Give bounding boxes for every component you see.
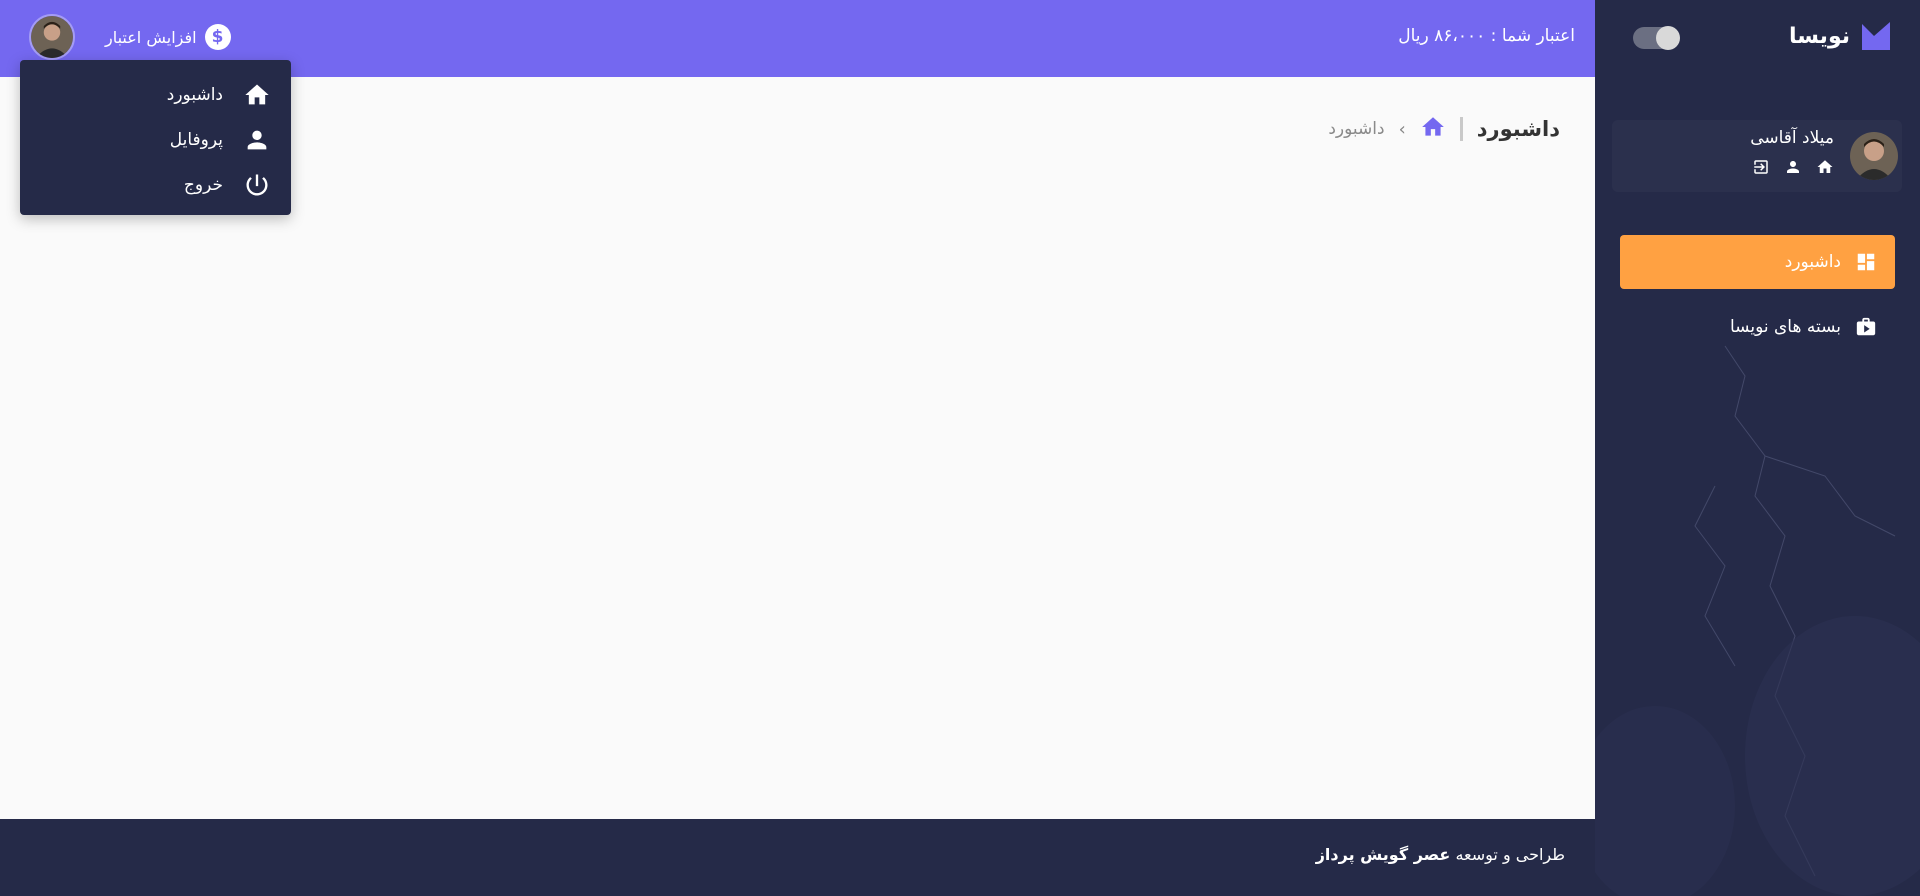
header-avatar[interactable] — [29, 14, 75, 60]
menu-item-logout[interactable]: خروج — [20, 162, 291, 207]
home-icon — [245, 84, 269, 104]
brand-name: نویسا — [1789, 23, 1850, 49]
page-title: داشبورد — [1476, 117, 1560, 141]
footer: طراحی و توسعه عصر گویش پرداز — [0, 819, 1595, 896]
avatar[interactable] — [1850, 132, 1898, 180]
user-dropdown-menu: داشبورد پروفایل خروج — [20, 60, 291, 215]
brand-logo-icon — [1862, 22, 1890, 50]
user-quick-links — [1752, 158, 1834, 176]
sidebar-item-label: داشبورد — [1784, 252, 1841, 272]
user-name: میلاد آقاسی — [1750, 128, 1834, 148]
brand[interactable]: نویسا — [1789, 20, 1892, 52]
sidebar-item-packages[interactable]: بسته های نویسا — [1620, 300, 1895, 354]
breadcrumb-home[interactable] — [1420, 114, 1446, 144]
footer-credit: طراحی و توسعه عصر گویش پرداز — [1316, 845, 1565, 864]
package-icon — [1856, 317, 1876, 336]
sidebar-item-dashboard[interactable]: داشبورد — [1620, 235, 1895, 289]
sidebar-item-label: بسته های نویسا — [1730, 317, 1841, 337]
breadcrumb-chevron-icon: › — [1398, 118, 1406, 140]
sidebar: نویسا میلاد آقاسی داشبورد بسته های نویسا — [1595, 0, 1920, 896]
power-icon — [246, 174, 268, 195]
menu-item-label: پروفایل — [169, 129, 223, 150]
credit-balance: اعتبار شما : ۸۶،۰۰۰ ریال — [1398, 26, 1575, 46]
footer-prefix: طراحی و توسعه — [1455, 845, 1565, 864]
home-icon — [1421, 117, 1444, 136]
menu-item-dashboard[interactable]: داشبورد — [20, 72, 291, 117]
menu-item-profile[interactable]: پروفایل — [20, 117, 291, 162]
topup-credit-button[interactable]: $ افزایش اعتبار — [105, 24, 231, 50]
topup-label: افزایش اعتبار — [105, 27, 197, 47]
toggle-knob — [1656, 26, 1680, 50]
login-icon[interactable] — [1752, 158, 1770, 176]
dollar-icon: $ — [204, 24, 231, 50]
person-icon[interactable] — [1784, 158, 1802, 176]
title-divider — [1459, 117, 1463, 141]
map-background-decoration — [1595, 345, 1920, 896]
user-card: میلاد آقاسی — [1612, 120, 1902, 192]
menu-item-label: داشبورد — [166, 84, 223, 105]
page-header: داشبورد › داشبورد — [1328, 114, 1560, 144]
person-icon — [247, 130, 267, 149]
avatar-photo — [31, 16, 73, 58]
footer-company-link[interactable]: عصر گویش پرداز — [1316, 845, 1451, 864]
avatar-photo — [1850, 132, 1898, 180]
breadcrumb-current: داشبورد — [1328, 119, 1385, 139]
dashboard-icon — [1857, 253, 1875, 271]
theme-toggle[interactable] — [1633, 26, 1680, 50]
home-icon[interactable] — [1816, 158, 1834, 176]
menu-item-label: خروج — [183, 174, 223, 195]
